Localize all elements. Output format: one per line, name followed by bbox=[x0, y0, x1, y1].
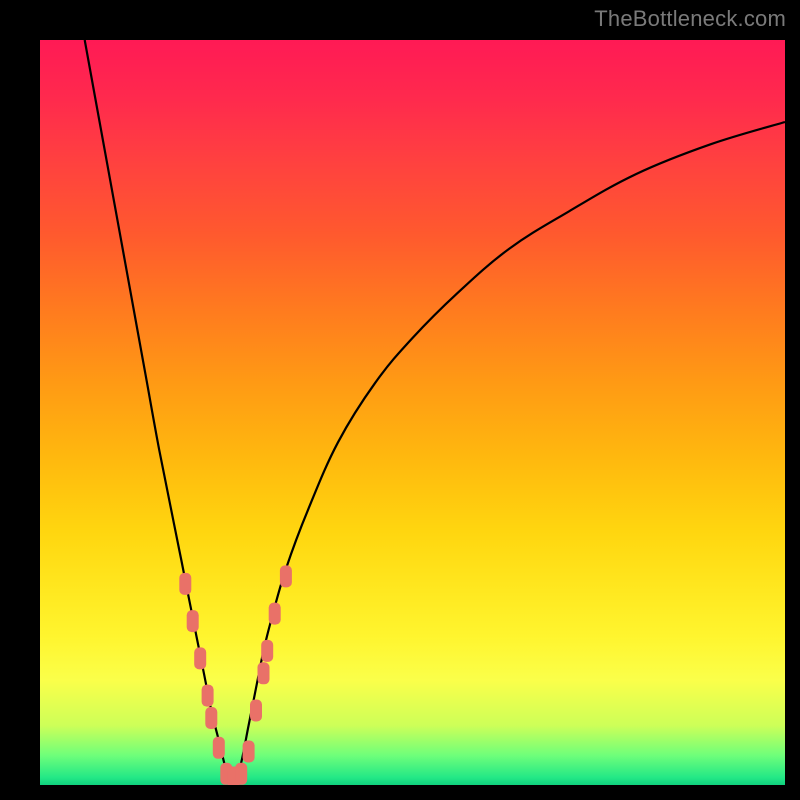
data-marker bbox=[179, 573, 191, 595]
data-marker bbox=[280, 565, 292, 587]
data-marker bbox=[194, 647, 206, 669]
data-marker bbox=[261, 640, 273, 662]
data-marker bbox=[187, 610, 199, 632]
data-marker bbox=[258, 662, 270, 684]
data-marker bbox=[213, 737, 225, 759]
curve-group bbox=[85, 40, 785, 785]
plot-area bbox=[40, 40, 785, 785]
data-marker bbox=[205, 707, 217, 729]
curve-right-branch bbox=[234, 122, 785, 785]
curve-left-branch bbox=[85, 40, 234, 785]
marker-group bbox=[179, 565, 292, 785]
data-marker bbox=[202, 685, 214, 707]
data-marker bbox=[269, 603, 281, 625]
data-marker bbox=[243, 741, 255, 763]
watermark-text: TheBottleneck.com bbox=[594, 6, 786, 32]
data-marker bbox=[235, 763, 247, 785]
data-marker bbox=[250, 700, 262, 722]
curve-layer bbox=[40, 40, 785, 785]
chart-frame: TheBottleneck.com bbox=[0, 0, 800, 800]
